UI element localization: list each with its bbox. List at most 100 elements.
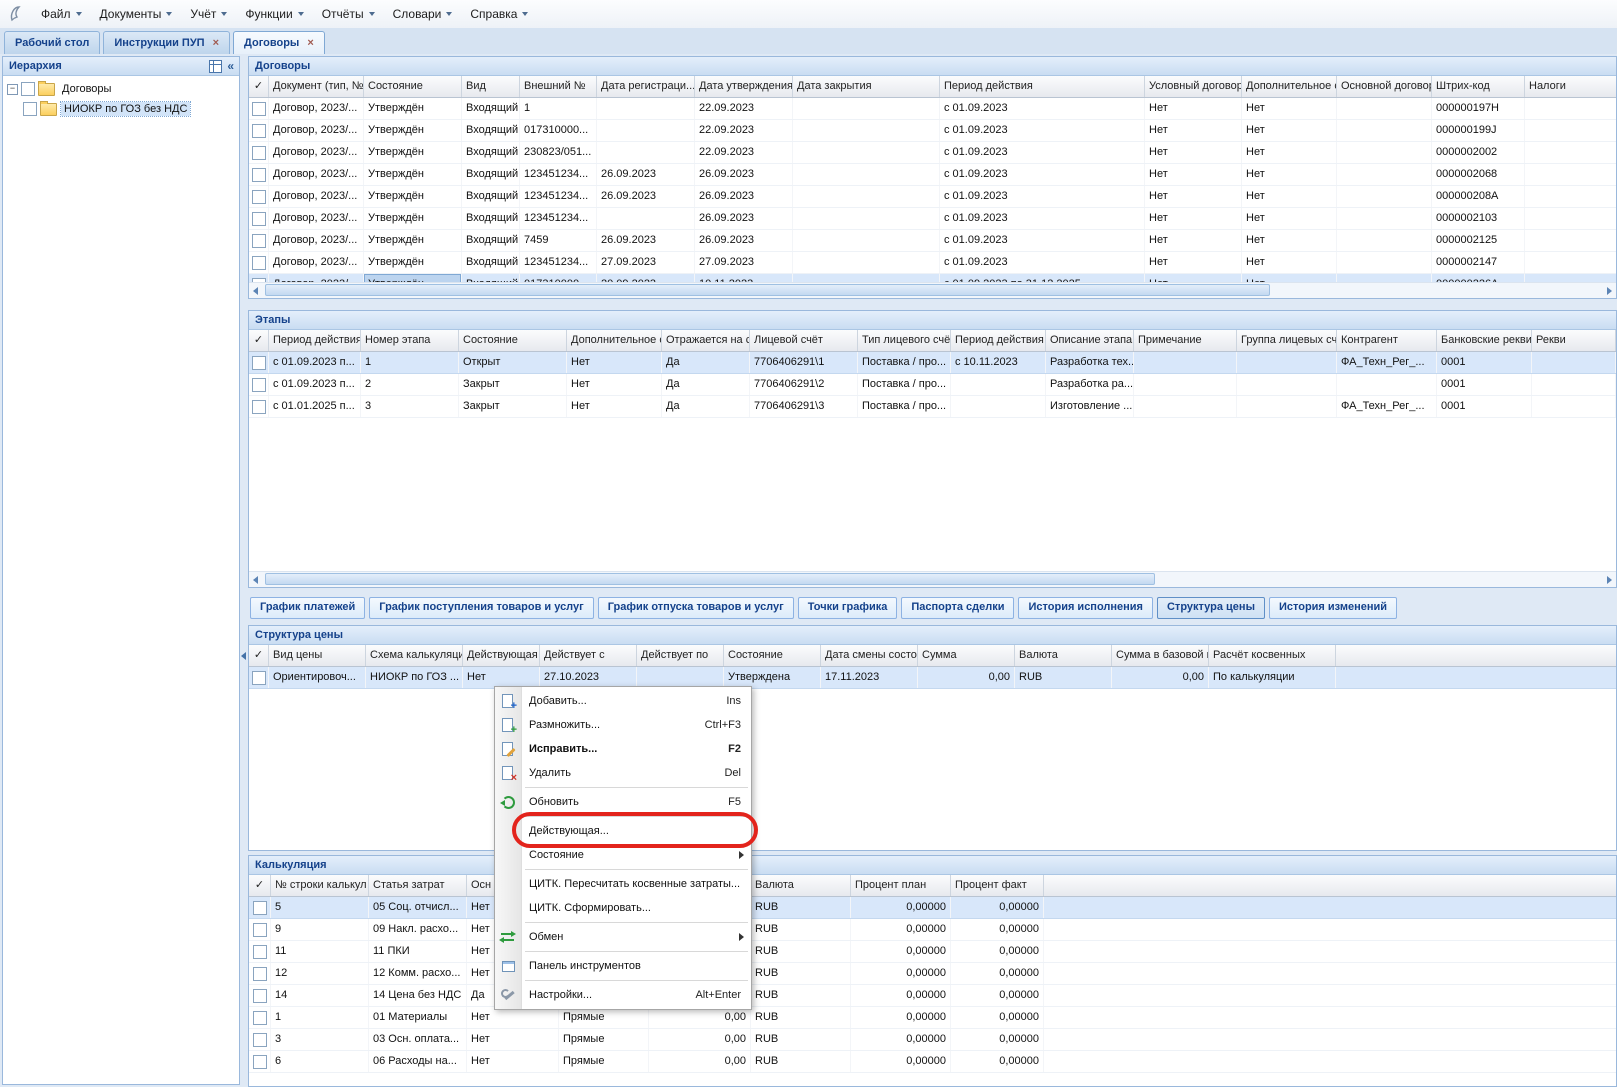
menu-item-exchange[interactable]: Обмен [495, 925, 751, 949]
menu-reports[interactable]: Отчёты [313, 0, 384, 28]
subtab-payment-schedule[interactable]: График платежей [250, 597, 365, 619]
scroll-right-icon[interactable] [1607, 287, 1612, 295]
subtab-change-history[interactable]: История изменений [1269, 597, 1397, 619]
row-checkbox[interactable] [252, 378, 266, 392]
row-checkbox[interactable] [253, 1033, 267, 1047]
stages-hscrollbar[interactable] [249, 571, 1616, 587]
column-header[interactable]: Дата утверждения [695, 76, 793, 97]
column-header[interactable]: Группа лицевых сч [1237, 330, 1337, 351]
column-header[interactable]: Статья затрат [369, 875, 467, 896]
menu-item-current[interactable]: Действующая... [495, 819, 751, 843]
row-checkbox[interactable] [252, 234, 266, 248]
column-header[interactable]: № строки калькул [271, 875, 369, 896]
menu-item-add[interactable]: + Добавить... Ins [495, 689, 751, 713]
column-header[interactable]: Схема калькуляци [366, 645, 463, 666]
table-row[interactable]: 606 Расходы на...НетПрямые0,00RUB0,00000… [249, 1051, 1616, 1073]
column-header[interactable]: ✓ [249, 645, 269, 666]
row-checkbox[interactable] [252, 400, 266, 414]
column-header[interactable]: Отражается на сум [662, 330, 750, 351]
row-checkbox[interactable] [253, 901, 267, 915]
table-row[interactable]: 101 МатериалыНетПрямые0,00RUB0,000000,00… [249, 1007, 1616, 1029]
column-header[interactable]: Примечание [1134, 330, 1237, 351]
row-checkbox[interactable] [253, 1055, 267, 1069]
menu-item-settings[interactable]: Настройки... Alt+Enter [495, 983, 751, 1007]
row-checkbox[interactable] [252, 256, 266, 270]
column-header[interactable]: Внешний № [520, 76, 597, 97]
row-checkbox[interactable] [253, 1011, 267, 1025]
row-checkbox[interactable] [252, 124, 266, 138]
row-checkbox[interactable] [253, 967, 267, 981]
table-row[interactable]: 909 Накл. расхо...НетRUB0,000000,00000 [249, 919, 1616, 941]
row-checkbox[interactable] [252, 146, 266, 160]
tree-item-niokr[interactable]: НИОКР по ГОЗ без НДС [3, 99, 239, 119]
menu-item-edit[interactable]: Исправить... F2 [495, 737, 751, 761]
tree-checkbox[interactable] [23, 102, 37, 116]
column-header[interactable]: Дополнительное с [1242, 76, 1337, 97]
column-header[interactable]: Тип лицевого счёт [858, 330, 951, 351]
collapse-panel-icon[interactable]: « [227, 61, 234, 72]
column-header[interactable]: Состояние [364, 76, 462, 97]
row-checkbox[interactable] [252, 102, 266, 116]
tree-expander-icon[interactable]: − [7, 84, 18, 95]
column-header[interactable]: Вид цены [269, 645, 366, 666]
table-row[interactable]: 1111 ПКИНетRUB0,000000,00000 [249, 941, 1616, 963]
table-row[interactable]: Ориентировоч...НИОКР по ГОЗ ...Нет27.10.… [249, 667, 1616, 689]
menu-accounting[interactable]: Учёт [181, 0, 236, 28]
table-row[interactable]: Договор, 2023/...УтверждёнВходящий123451… [249, 208, 1616, 230]
row-checkbox[interactable] [252, 671, 266, 685]
tree-checkbox[interactable] [21, 82, 35, 96]
table-row[interactable]: 1212 Комм. расхо...НетRUB0,000000,00000 [249, 963, 1616, 985]
scrollbar-thumb[interactable] [265, 573, 1155, 585]
column-header[interactable]: Период действия [269, 330, 361, 351]
menu-item-citk-form[interactable]: ЦИТК. Сформировать... [495, 896, 751, 920]
column-header[interactable]: Вид [462, 76, 520, 97]
scroll-right-icon[interactable] [1607, 576, 1612, 584]
row-checkbox[interactable] [252, 190, 266, 204]
table-row[interactable]: Договор, 2023/...УтверждёнВходящий123451… [249, 164, 1616, 186]
menu-documents[interactable]: Документы [91, 0, 182, 28]
column-header[interactable]: ✓ [249, 76, 269, 97]
column-header[interactable]: Контрагент [1337, 330, 1437, 351]
column-header[interactable]: ✓ [249, 330, 269, 351]
column-header[interactable]: ✓ [249, 875, 271, 896]
column-header[interactable]: Состояние [459, 330, 567, 351]
tab-contracts[interactable]: Договоры× [233, 31, 325, 54]
menu-item-refresh[interactable]: Обновить F5 [495, 790, 751, 814]
menu-item-duplicate[interactable]: + Размножить... Ctrl+F3 [495, 713, 751, 737]
column-header[interactable]: Состояние [724, 645, 821, 666]
column-header[interactable]: Рекви [1532, 330, 1616, 351]
column-header[interactable]: Действует с [540, 645, 637, 666]
column-header[interactable]: Номер этапа [361, 330, 459, 351]
scroll-left-icon[interactable] [253, 576, 258, 584]
row-checkbox[interactable] [253, 945, 267, 959]
column-header[interactable]: Условный договор [1145, 76, 1242, 97]
subtab-goods-release-schedule[interactable]: График отпуска товаров и услуг [598, 597, 794, 619]
grid-tool-icon[interactable] [209, 60, 222, 73]
column-header[interactable]: Лицевой счёт [750, 330, 858, 351]
column-header[interactable]: Дата закрытия [793, 76, 940, 97]
table-row[interactable]: 505 Соц. отчисл...НетRUB0,000000,00000 [249, 897, 1616, 919]
table-row[interactable]: с 01.09.2023 п...2ЗакрытНетДа7706406291\… [249, 374, 1616, 396]
table-row[interactable]: Договор, 2023/...УтверждёнВходящий745926… [249, 230, 1616, 252]
row-checkbox[interactable] [252, 168, 266, 182]
column-header[interactable]: Действует по [637, 645, 724, 666]
menu-functions[interactable]: Функции [236, 0, 312, 28]
subtab-price-structure[interactable]: Структура цены [1157, 597, 1265, 619]
column-header[interactable]: Валюта [1015, 645, 1112, 666]
table-row[interactable]: Договор, 2023/...УтверждёнВходящий123451… [249, 252, 1616, 274]
menu-item-state[interactable]: Состояние [495, 843, 751, 867]
scroll-left-icon[interactable] [253, 287, 258, 295]
close-tab-icon[interactable]: × [307, 38, 313, 49]
column-header[interactable]: Процент факт [951, 875, 1044, 896]
tab-instructions-pup[interactable]: Инструкции ПУП× [103, 31, 230, 54]
table-row[interactable]: с 01.09.2023 п...1ОткрытНетДа7706406291\… [249, 352, 1616, 374]
column-header[interactable]: Период действия л [951, 330, 1046, 351]
row-checkbox[interactable] [253, 989, 267, 1003]
column-header[interactable]: Дата регистраци... [597, 76, 695, 97]
table-row[interactable]: с 01.01.2025 п...3ЗакрытНетДа7706406291\… [249, 396, 1616, 418]
row-checkbox[interactable] [252, 212, 266, 226]
subtab-deal-passports[interactable]: Паспорта сделки [901, 597, 1014, 619]
table-row[interactable]: Договор, 2023/...УтверждёнВходящий123451… [249, 186, 1616, 208]
column-header[interactable]: Валюта [751, 875, 851, 896]
column-header[interactable]: Процент план [851, 875, 951, 896]
